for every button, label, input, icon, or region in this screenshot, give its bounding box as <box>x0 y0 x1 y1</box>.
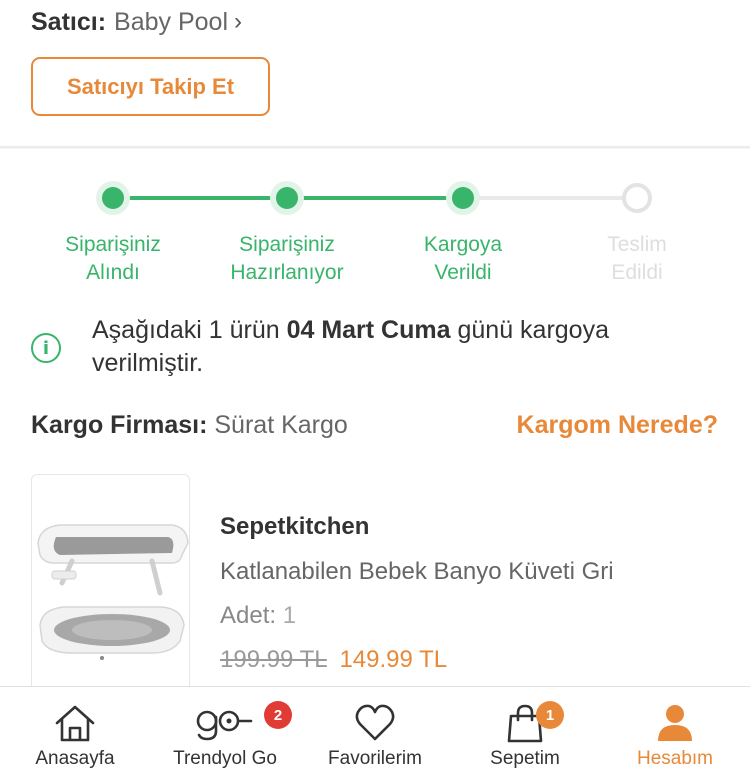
info-circle-icon: i <box>31 333 61 363</box>
product-brand[interactable]: Sepetkitchen <box>220 513 369 541</box>
tab-label: Favorilerim <box>328 748 422 769</box>
quantity-value: 1 <box>276 602 297 629</box>
tab-favorites[interactable]: Favorilerim <box>300 687 450 782</box>
cargo-company-value: Sürat Kargo <box>207 411 348 439</box>
step-label-preparing: Siparişiniz Hazırlanıyor <box>212 231 362 287</box>
seller-row[interactable]: Satıcı: Baby Pool › <box>31 4 242 40</box>
cart-badge: 1 <box>536 701 564 729</box>
tab-account[interactable]: Hesabım <box>600 687 750 782</box>
bottom-tab-bar: Anasayfa 2 Trendyol Go Favorilerim 1 Sep… <box>0 686 750 782</box>
old-price: 199.99 TL <box>220 646 327 673</box>
step-label-line2: Alındı <box>86 261 140 284</box>
tab-trendyol-go[interactable]: 2 Trendyol Go <box>150 687 300 782</box>
info-text-before: Aşağıdaki 1 ürün <box>92 316 287 344</box>
step-label-line1: Siparişiniz <box>65 233 161 256</box>
tab-label: Hesabım <box>636 748 714 769</box>
step-label-line2: Hazırlanıyor <box>230 261 344 284</box>
seller-name[interactable]: Baby Pool <box>114 8 228 37</box>
product-quantity: Adet: 1 <box>220 602 296 630</box>
shipping-info-message: Aşağıdaki 1 ürün 04 Mart Cuma günü kargo… <box>92 314 712 380</box>
step-label-line2: Edildi <box>611 261 663 284</box>
tab-cart[interactable]: 1 Sepetim <box>450 687 600 782</box>
step-label-line1: Teslim <box>607 233 667 256</box>
product-name[interactable]: Katlanabilen Bebek Banyo Küveti Gri <box>220 558 614 586</box>
new-price: 149.99 TL <box>339 646 448 673</box>
tab-home[interactable]: Anasayfa <box>0 687 150 782</box>
tracker-dot-shipped <box>452 187 474 209</box>
step-label-line1: Siparişiniz <box>239 233 335 256</box>
seller-label: Satıcı: <box>31 7 107 36</box>
step-label-line2: Verildi <box>434 261 492 284</box>
step-label-shipped: Kargoya Verildi <box>388 231 538 287</box>
tracker-dot-preparing <box>276 187 298 209</box>
tracker-dot-ordered <box>102 187 124 209</box>
bathtub-image <box>37 524 189 660</box>
tab-label: Trendyol Go <box>173 748 277 769</box>
tracker-line-pending <box>463 196 637 200</box>
chevron-right-icon: › <box>234 8 242 35</box>
user-icon <box>658 705 692 741</box>
tab-label: Anasayfa <box>35 748 115 769</box>
step-label-line1: Kargoya <box>423 233 503 256</box>
step-label-delivered: Teslim Edildi <box>562 231 712 287</box>
heart-icon <box>355 704 395 741</box>
product-prices: 199.99 TL 149.99 TL <box>220 646 447 674</box>
trendyol-go-badge: 2 <box>264 701 292 729</box>
quantity-label: Adet: <box>220 602 277 629</box>
product-image[interactable] <box>31 474 190 704</box>
home-icon <box>55 705 95 742</box>
follow-seller-button[interactable]: Satıcıyı Takip Et <box>31 57 270 116</box>
tracker-dot-delivered <box>622 183 652 213</box>
cargo-company-label: Kargo Firması: <box>31 411 208 439</box>
section-divider-shadow <box>0 148 750 149</box>
tab-label: Sepetim <box>490 748 560 769</box>
cargo-company-row: Kargo Firması: Sürat Kargo <box>31 411 348 440</box>
trendyol-go-icon <box>196 710 253 741</box>
step-label-ordered: Siparişiniz Alındı <box>38 231 188 287</box>
track-cargo-link[interactable]: Kargom Nerede? <box>517 411 718 440</box>
info-text-date: 04 Mart Cuma <box>286 316 451 344</box>
